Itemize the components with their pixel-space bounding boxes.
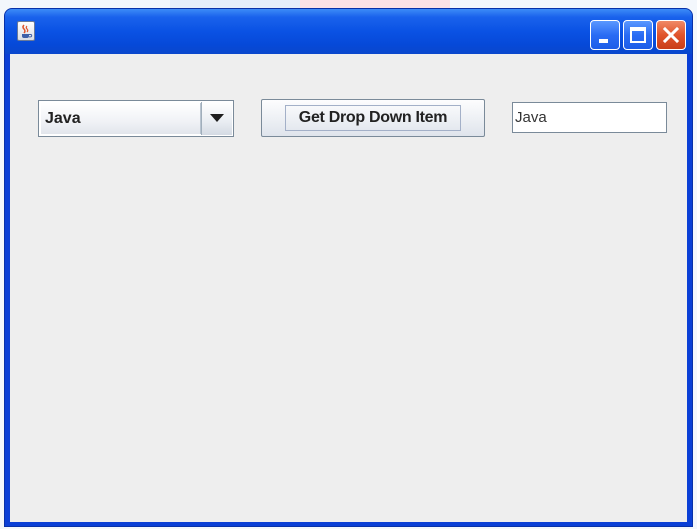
dropdown-arrow-button[interactable] [201,102,232,135]
app-window: Java Get Drop Down Item [4,8,693,527]
chevron-down-icon [210,114,224,122]
get-drop-down-item-button[interactable]: Get Drop Down Item [261,99,485,137]
close-icon [662,26,680,44]
minimize-button[interactable] [590,20,620,50]
close-button[interactable] [656,20,686,50]
maximize-icon [630,27,646,43]
result-text-field[interactable] [512,102,667,133]
minimize-icon [599,39,608,43]
java-coffee-cup-icon[interactable] [17,21,35,41]
button-label: Get Drop Down Item [298,109,448,126]
content-panel: Java Get Drop Down Item [10,54,687,522]
language-dropdown[interactable]: Java [38,100,234,137]
title-bar[interactable] [5,9,692,54]
maximize-button[interactable] [623,20,653,50]
dropdown-selected-value[interactable]: Java [41,103,201,134]
